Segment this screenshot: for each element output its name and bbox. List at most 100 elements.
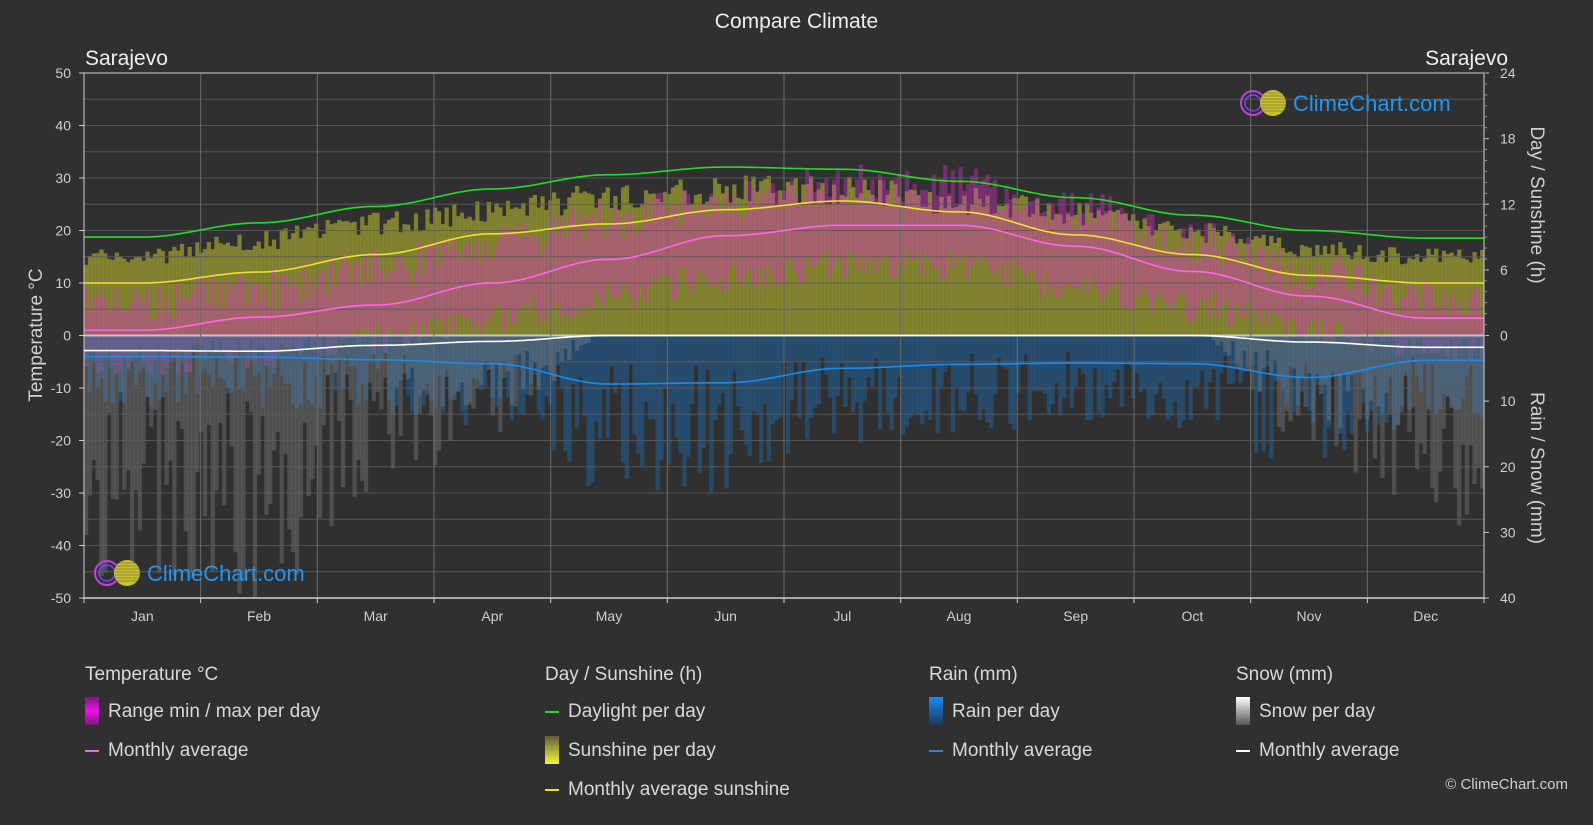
- snow-day-bar: [1227, 335, 1232, 356]
- snow-day-bar: [91, 335, 96, 460]
- temp-range-day-bar: [644, 201, 649, 302]
- snow-day-bar: [1288, 335, 1293, 422]
- temp-range-day-bar: [1242, 261, 1247, 319]
- rain-swatch-icon: [929, 697, 943, 725]
- rain-day-bar: [977, 335, 982, 420]
- rain-day-bar: [1081, 335, 1086, 374]
- rain-day-bar: [1058, 335, 1063, 416]
- temp-range-day-bar: [1276, 248, 1282, 316]
- snow-day-bar: [153, 335, 158, 410]
- legend-sunshine-heading: Day / Sunshine (h): [545, 664, 703, 685]
- snow-day-bar: [463, 335, 468, 406]
- snow-day-bar: [567, 335, 572, 360]
- temp-range-day-bar: [762, 194, 768, 289]
- rain-day-bar: [632, 335, 637, 435]
- temp-range-day-bar: [824, 178, 829, 251]
- rain-day-bar: [1046, 335, 1051, 415]
- temp-range-day-bar: [567, 217, 572, 318]
- snow-day-bar: [1253, 335, 1259, 353]
- snow-day-bar: [1437, 335, 1443, 472]
- rain-day-bar: [927, 335, 933, 420]
- temp-range-day-bar: [1407, 284, 1412, 339]
- month-label: Nov: [1297, 608, 1322, 624]
- snow-day-bar: [390, 335, 396, 469]
- temp-range-day-bar: [528, 234, 534, 298]
- right-precip-tick-label: 40: [1500, 590, 1516, 606]
- temp-range-day-bar: [981, 179, 986, 254]
- snow-day-bar: [164, 335, 169, 485]
- rain-day-bar: [1230, 335, 1236, 384]
- logo-sun-icon: [114, 560, 140, 586]
- temp-range-day-bar: [195, 277, 200, 343]
- logo-text: ClimeChart.com: [1293, 91, 1451, 116]
- temp-range-day-bar: [755, 206, 760, 285]
- temp-range-day-bar: [463, 245, 468, 319]
- rain-day-bar: [651, 335, 656, 420]
- temp-range-day-bar: [413, 270, 419, 337]
- temp-range-day-bar: [1246, 237, 1251, 302]
- temp-range-day-bar: [1031, 200, 1036, 271]
- rain-day-bar: [563, 335, 568, 451]
- temp-range-day-bar: [705, 217, 710, 280]
- temp-range-day-bar: [367, 281, 373, 332]
- temp-range-day-bar: [306, 297, 311, 336]
- snow-day-bar: [1357, 335, 1362, 420]
- snow-day-bar: [202, 335, 208, 517]
- snow-day-bar: [87, 335, 93, 496]
- temp-range-day-bar: [578, 212, 584, 315]
- rain-day-bar: [1207, 335, 1213, 382]
- temp-range-day-bar: [352, 264, 357, 330]
- temp-range-day-bar: [348, 282, 353, 338]
- temp-range-day-bar: [1319, 278, 1324, 319]
- temp-range-day-bar: [406, 271, 411, 345]
- snow-day-bar: [1342, 335, 1347, 375]
- rain-day-bar: [1023, 335, 1028, 356]
- snow-day-bar: [1395, 335, 1401, 426]
- snow-day-bar: [509, 335, 514, 405]
- snow-day-bar: [114, 335, 119, 500]
- left-tick-label: 30: [55, 170, 71, 186]
- temp-range-day-bar: [532, 236, 538, 308]
- temp-range-day-bar: [387, 269, 392, 329]
- temp-range-day-bar: [697, 206, 702, 269]
- snow-day-bar: [494, 335, 499, 364]
- temp-range-day-bar: [525, 236, 530, 312]
- temp-range-day-bar: [862, 203, 867, 273]
- snow-day-bar: [1330, 335, 1335, 375]
- snow-day-bar: [275, 335, 281, 433]
- snow-day-bar: [149, 335, 154, 428]
- daylight-line-icon: [545, 711, 559, 713]
- temp-range-day-bar: [831, 179, 837, 268]
- rain-day-bar: [770, 335, 775, 425]
- temp-range-day-bar: [1253, 269, 1259, 310]
- rain-day-bar: [858, 335, 864, 443]
- temp-range-day-bar: [943, 165, 948, 278]
- rain-day-bar: [958, 335, 963, 411]
- temp-range-day-bar: [1307, 287, 1312, 325]
- snow-day-bar: [256, 335, 261, 475]
- logo-sun-icon: [1260, 90, 1286, 116]
- temp-range-day-bar: [624, 212, 630, 290]
- temp-range-day-bar: [1077, 213, 1082, 290]
- snow-day-bar: [107, 335, 112, 413]
- month-label: Jun: [714, 608, 737, 624]
- temp-range-day-bar: [1280, 270, 1285, 321]
- rain-day-bar: [912, 335, 917, 413]
- left-tick-label: -10: [51, 380, 71, 396]
- rain-day-bar: [1069, 335, 1074, 408]
- rain-day-bar: [720, 335, 725, 393]
- temp-range-day-bar: [985, 174, 990, 262]
- snow-day-bar: [360, 335, 365, 482]
- temp-range-day-bar: [816, 181, 821, 262]
- snow-day-bar: [1418, 335, 1424, 444]
- rain-day-bar: [916, 335, 921, 415]
- rain-day-bar: [1108, 335, 1113, 399]
- temp-range-day-bar: [1173, 250, 1178, 302]
- rain-day-bar: [812, 335, 818, 408]
- snow-day-bar: [110, 335, 116, 499]
- temp-range-day-bar: [574, 226, 580, 308]
- snow-day-bar: [1296, 335, 1301, 416]
- temp-range-day-bar: [1257, 248, 1262, 323]
- snow-day-bar: [1276, 335, 1282, 427]
- legend-item-daylight: Daylight per day: [545, 701, 790, 740]
